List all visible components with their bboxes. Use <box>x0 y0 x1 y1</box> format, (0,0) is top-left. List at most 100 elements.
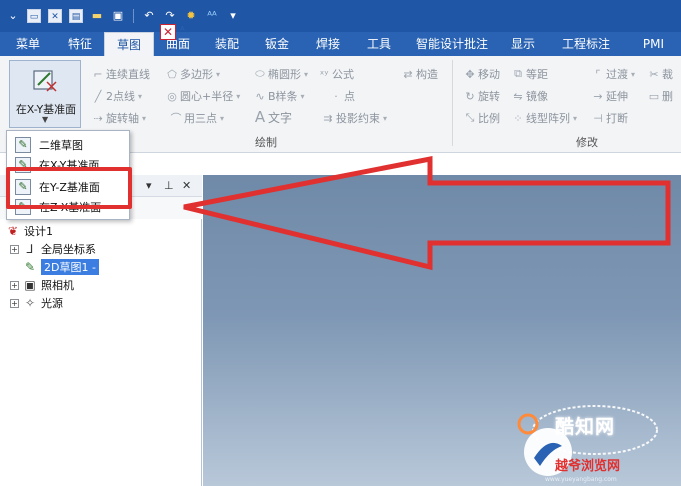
design-icon: ❦ <box>7 224 19 238</box>
tab-smart-annotation[interactable]: 智能设计批注 <box>404 32 500 56</box>
circle-icon: ◎ <box>167 89 177 103</box>
tab-features[interactable]: 特征 <box>56 32 104 56</box>
linear-array-button[interactable]: ⁘ 线型阵列 ▾ <box>512 110 577 126</box>
fillet-button[interactable]: ⌜ 过渡 ▾ <box>592 66 635 82</box>
formula-icon: ˣʸ <box>319 67 329 81</box>
tab-pmi[interactable]: PMI <box>626 32 681 56</box>
new-file-icon[interactable]: ▭ <box>27 9 41 23</box>
text-icon[interactable]: ᴬᴬ <box>205 9 219 23</box>
scale-label: 比例 <box>478 112 500 125</box>
projection-icon: ⇉ <box>323 111 333 125</box>
print-icon[interactable]: ▤ <box>69 9 83 23</box>
redo-icon[interactable]: ↷ <box>163 9 177 23</box>
chevron-down-icon: ▾ <box>383 113 388 123</box>
tree-item-global-coordinates[interactable]: + ⅃ 全局坐标系 <box>10 241 96 257</box>
chevron-down-icon: ▾ <box>236 91 241 101</box>
point-button[interactable]: · 点 <box>330 88 355 104</box>
delete-button[interactable]: ▭ 删 <box>648 88 673 104</box>
tab-tools[interactable]: 工具 <box>354 32 404 56</box>
modify-group-label: 修改 <box>576 136 598 149</box>
construct-label: 构造 <box>416 68 438 81</box>
tab-assembly[interactable]: 装配 <box>202 32 252 56</box>
pin-icon[interactable]: ⊥ <box>164 179 174 192</box>
offset-button[interactable]: ⧉ 等距 <box>512 66 548 82</box>
break-button[interactable]: ⊣ 打断 <box>592 110 628 126</box>
chevron-down-icon: ▾ <box>138 91 143 101</box>
formula-button[interactable]: ˣʸ 公式 <box>318 66 355 82</box>
customize-dropdown-icon[interactable]: ▾ <box>226 9 240 23</box>
sketch-plane-button[interactable]: 在X-Y基准面 ▼ <box>9 60 81 128</box>
scale-button[interactable]: ⤡ 比例 <box>464 110 500 126</box>
polygon-button[interactable]: ⬠ 多边形 ▾ <box>166 66 220 82</box>
chevron-down-icon: ▾ <box>142 113 147 123</box>
rotate-button[interactable]: ↻ 旋转 <box>464 88 500 104</box>
annotation-arrow <box>183 155 671 271</box>
point-icon: · <box>334 89 338 103</box>
projection-constraint-button[interactable]: ⇉ 投影约束 ▾ <box>322 110 387 126</box>
open-folder-icon[interactable]: ▬ <box>90 9 104 23</box>
two-point-line-button[interactable]: ╱ 2点线 ▾ <box>92 88 142 104</box>
camera-icon: ▣ <box>24 278 36 292</box>
rotate-icon: ↻ <box>465 89 475 103</box>
ellipse-label: 椭圆形 <box>268 68 301 81</box>
move-button[interactable]: ✥ 移动 <box>464 66 500 82</box>
quick-access-toolbar: ⌄ ▭ ✕ ▤ ▬ ▣ ↶ ↷ ✹ ᴬᴬ ▾ <box>0 0 681 32</box>
extend-button[interactable]: → 延伸 <box>592 88 628 104</box>
tree-item-light[interactable]: + ✧ 光源 <box>10 295 63 311</box>
tab-sketch[interactable]: 草图 <box>104 32 154 56</box>
settings-icon[interactable]: ✹ <box>184 9 198 23</box>
save-icon[interactable]: ▣ <box>111 9 125 23</box>
polyline-button[interactable]: ⌐ 连续直线 <box>92 66 150 82</box>
undo-icon[interactable]: ↶ <box>142 9 156 23</box>
tree-item-2d-sketch[interactable]: ✎ 2D草图1 - <box>23 259 99 275</box>
three-point-button[interactable]: ⌒ 用三点 ▾ <box>170 110 225 126</box>
extend-icon: → <box>593 89 603 103</box>
draw-group-label: 绘制 <box>255 136 277 149</box>
move-icon: ✥ <box>465 67 475 81</box>
tab-display[interactable]: 显示 <box>500 32 546 56</box>
tree-item-camera[interactable]: + ▣ 照相机 <box>10 277 74 293</box>
group-separator <box>452 60 453 146</box>
expand-icon[interactable]: + <box>10 244 19 254</box>
sketch-icon: ✎ <box>24 260 36 274</box>
tab-menu[interactable]: 菜单 <box>0 32 56 56</box>
construct-button[interactable]: ⇄ 构造 <box>402 66 438 82</box>
close-file-icon[interactable]: ✕ <box>48 9 62 23</box>
chevron-down-icon: ▾ <box>300 91 305 101</box>
text-a-icon: A <box>254 108 266 126</box>
text-icon[interactable]: ᴬ <box>180 24 185 37</box>
tree-item-design[interactable]: ❦ 设计1 <box>6 223 53 239</box>
tree-item-label: 全局坐标系 <box>41 243 96 256</box>
highlight-box <box>6 167 132 209</box>
text-button[interactable]: A 文字 <box>254 108 292 126</box>
design-tree-panel: ▾ ⊥ ✕ ❦ 设计1 + ⅃ 全局坐标系 ✎ 2D草图1 - + ▣ 照相机 … <box>0 175 202 486</box>
menu-icon[interactable]: ⌄ <box>6 9 20 23</box>
menu-item-label: 二维草图 <box>39 139 83 152</box>
tab-engineering-dims[interactable]: 工程标注 <box>546 32 626 56</box>
tab-sheet-metal[interactable]: 钣金 <box>252 32 302 56</box>
linear-array-icon: ⁘ <box>513 111 523 125</box>
trim-button[interactable]: ✂ 裁 <box>648 66 673 82</box>
circle-center-radius-button[interactable]: ◎ 圆心+半径 ▾ <box>166 88 240 104</box>
expand-icon[interactable]: + <box>10 280 19 290</box>
mirror-button[interactable]: ⇋ 镜像 <box>512 88 548 104</box>
trim-label: 裁 <box>662 68 673 81</box>
menu-item-2d-sketch[interactable]: ✎ 二维草图 <box>7 135 129 155</box>
ellipse-button[interactable]: ⬭ 椭圆形 ▾ <box>254 66 308 82</box>
panel-menu-icon[interactable]: ▾ <box>146 179 152 192</box>
tab-welding[interactable]: 焊接 <box>302 32 354 56</box>
rotation-axis-button[interactable]: ⇢ 旋转轴 ▾ <box>92 110 146 126</box>
rotate-label: 旋转 <box>478 90 500 103</box>
rotation-axis-icon: ⇢ <box>93 111 103 125</box>
bspline-button[interactable]: ∿ B样条 ▾ <box>254 88 305 104</box>
tree-item-label: 光源 <box>41 297 63 310</box>
cancel-icon[interactable]: ✕ <box>160 24 176 40</box>
mirror-label: 镜像 <box>526 90 548 103</box>
trim-icon: ✂ <box>649 67 659 81</box>
three-point-label: 用三点 <box>184 112 217 125</box>
circle-center-radius-label: 圆心+半径 <box>180 90 234 103</box>
mirror-icon: ⇋ <box>513 89 523 103</box>
scale-icon: ⤡ <box>465 111 475 124</box>
ribbon-tabs: 菜单 特征 草图 曲面 装配 钣金 焊接 工具 智能设计批注 显示 工程标注 P… <box>0 32 681 56</box>
expand-icon[interactable]: + <box>10 298 19 308</box>
